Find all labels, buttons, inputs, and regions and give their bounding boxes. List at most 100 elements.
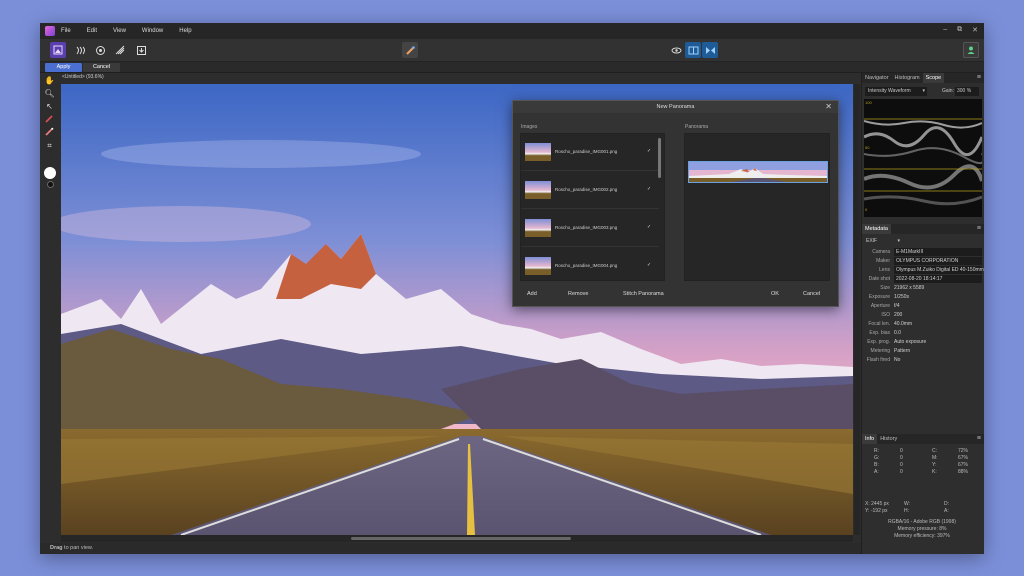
metadata-panel-menu-icon[interactable]: ≡ <box>977 224 981 234</box>
account-icon[interactable] <box>963 42 979 58</box>
metadata-key: ISO <box>881 312 890 318</box>
tab-history[interactable]: History <box>877 434 900 444</box>
info-rgb-value: 0 <box>900 455 903 461</box>
metadata-key: Camera <box>872 249 890 255</box>
image-list-item[interactable]: Roscho_paradise_IMG002.png ✓ <box>521 172 659 209</box>
metadata-row: Metering Pattern <box>864 347 982 355</box>
add-button[interactable]: Add <box>527 291 537 297</box>
tab-metadata[interactable]: Metadata <box>862 224 891 234</box>
gain-select[interactable]: 300 % <box>955 87 979 96</box>
image-list-item[interactable]: Roscho_paradise_IMG001.png ✓ <box>521 134 659 171</box>
metadata-value[interactable]: 2022-08-20 18:14:17 <box>894 275 982 283</box>
metadata-row: Maker OLYMPUS CORPORATION <box>864 257 982 265</box>
metadata-value[interactable]: OLYMPUS CORPORATION <box>894 257 982 265</box>
mask-brush-tool-icon[interactable] <box>44 127 55 138</box>
info-rgb-value: 0 <box>900 469 903 475</box>
image-include-checkbox[interactable]: ✓ <box>647 148 651 154</box>
images-label: Images <box>521 124 538 130</box>
metadata-key: Exp. bias <box>869 330 890 336</box>
mirror-view-icon[interactable] <box>702 42 718 58</box>
primary-color-swatch[interactable] <box>44 167 56 179</box>
tab-navigator[interactable]: Navigator <box>862 73 892 83</box>
scope-mode-select[interactable]: Intensity Waveform ▾ <box>865 87 927 96</box>
document-tab-title[interactable]: <Untitled> (93.6%) <box>62 74 104 80</box>
metadata-panel-tabs: Metadata ≡ <box>862 224 984 234</box>
paint-brush-tool-icon[interactable] <box>44 114 55 125</box>
scope-label-mid: 50 <box>865 145 870 150</box>
menu-file[interactable]: File <box>61 28 71 34</box>
liquify-persona-icon[interactable] <box>72 42 88 58</box>
tab-scope[interactable]: Scope <box>922 73 945 83</box>
dialog-cancel-button[interactable]: Cancel <box>803 291 820 297</box>
info-x: X: 2445 px <box>865 501 889 507</box>
images-list-scroll-thumb[interactable] <box>658 138 661 178</box>
close-window-button[interactable]: ✕ <box>972 26 978 34</box>
image-list-item[interactable]: Roscho_paradise_IMG003.png ✓ <box>521 210 659 247</box>
brush-tool-icon[interactable] <box>402 42 418 58</box>
info-cmyk-value: 72% <box>958 448 969 454</box>
minimize-button[interactable]: – <box>943 26 947 34</box>
remove-button[interactable]: Remove <box>568 291 588 297</box>
metadata-row: Size 21962 x 5589 <box>864 284 982 292</box>
export-persona-icon[interactable] <box>133 42 149 58</box>
vertical-scrollbar[interactable] <box>854 84 860 535</box>
cancel-button[interactable]: Cancel <box>83 63 120 72</box>
image-list-item[interactable]: Roscho_paradise_IMG004.png ✓ <box>521 248 659 280</box>
tab-info[interactable]: Info <box>862 434 878 444</box>
image-filename: Roscho_paradise_IMG004.png <box>555 263 618 268</box>
metadata-value: 1/250s <box>894 294 910 300</box>
scope-mode-value: Intensity Waveform <box>868 88 911 94</box>
panel-menu-icon[interactable]: ≡ <box>977 73 981 83</box>
image-include-checkbox[interactable]: ✓ <box>647 262 651 268</box>
photo-persona-icon[interactable] <box>50 42 66 58</box>
info-d: D: <box>944 501 949 507</box>
ok-button[interactable]: OK <box>771 291 779 297</box>
image-filename: Roscho_paradise_IMG003.png <box>555 225 618 230</box>
close-icon[interactable]: ✕ <box>825 101 832 113</box>
gain-label: Gain: <box>942 88 954 94</box>
toolbar <box>40 39 984 62</box>
metadata-value[interactable]: E-M1MarkIII <box>894 248 982 256</box>
info-memory-pressure: Memory pressure: 8% <box>897 526 947 532</box>
tone-mapping-persona-icon[interactable] <box>112 42 128 58</box>
image-include-checkbox[interactable]: ✓ <box>647 224 651 230</box>
tab-histogram[interactable]: Histogram <box>892 73 923 83</box>
split-view-icon[interactable] <box>685 42 701 58</box>
metadata-key: Aperture <box>870 303 890 309</box>
metadata-row: Aperture f/4 <box>864 302 982 310</box>
metadata-value: Pattern <box>894 348 911 354</box>
horizontal-scroll-thumb[interactable] <box>351 537 571 540</box>
metadata-value[interactable]: Olympus M.Zuiko Digital ED 40-150mm <box>894 266 984 274</box>
metadata-type-select[interactable]: EXIF ▾ <box>864 237 902 245</box>
menu-view[interactable]: View <box>113 28 126 34</box>
panorama-preview <box>688 161 828 183</box>
metadata-row: Focal len. 40.0mm <box>864 320 982 328</box>
restore-button[interactable]: ⧉ <box>957 26 962 34</box>
develop-persona-icon[interactable] <box>92 42 108 58</box>
menu-help[interactable]: Help <box>179 28 191 34</box>
context-toolbar: Apply Cancel <box>40 62 984 73</box>
info-rgb-key: A: <box>874 469 879 475</box>
crop-tool-icon[interactable]: ⌗ <box>44 140 55 151</box>
scope-panel-tabs: Navigator Histogram Scope ≡ <box>862 73 984 83</box>
menu-window[interactable]: Window <box>142 28 163 34</box>
horizontal-scrollbar[interactable] <box>61 535 853 542</box>
new-panorama-dialog: New Panorama ✕ Images Panorama Roscho_pa… <box>512 100 839 307</box>
zoom-tool-icon[interactable]: 🔍︎ <box>44 88 55 99</box>
metadata-row: Exp. bias 0.0 <box>864 329 982 337</box>
metadata-row: Lens Olympus M.Zuiko Digital ED 40-150mm <box>864 266 984 274</box>
view-mode-icon[interactable] <box>668 42 684 58</box>
image-include-checkbox[interactable]: ✓ <box>647 186 651 192</box>
info-panel-menu-icon[interactable]: ≡ <box>977 434 981 444</box>
menu-edit[interactable]: Edit <box>87 28 97 34</box>
hand-tool-icon[interactable]: ✋ <box>44 75 55 86</box>
image-filename: Roscho_paradise_IMG002.png <box>555 187 618 192</box>
stitch-panorama-button[interactable]: Stitch Panorama <box>623 291 664 297</box>
move-tool-icon[interactable]: ↖ <box>44 101 55 112</box>
secondary-color-swatch[interactable] <box>47 181 54 188</box>
metadata-key: Date shot <box>868 276 890 282</box>
info-cmyk-key: Y: <box>932 462 937 468</box>
apply-button[interactable]: Apply <box>45 63 82 72</box>
metadata-chevron-icon: ▾ <box>897 238 900 244</box>
metadata-key: Maker <box>876 258 890 264</box>
